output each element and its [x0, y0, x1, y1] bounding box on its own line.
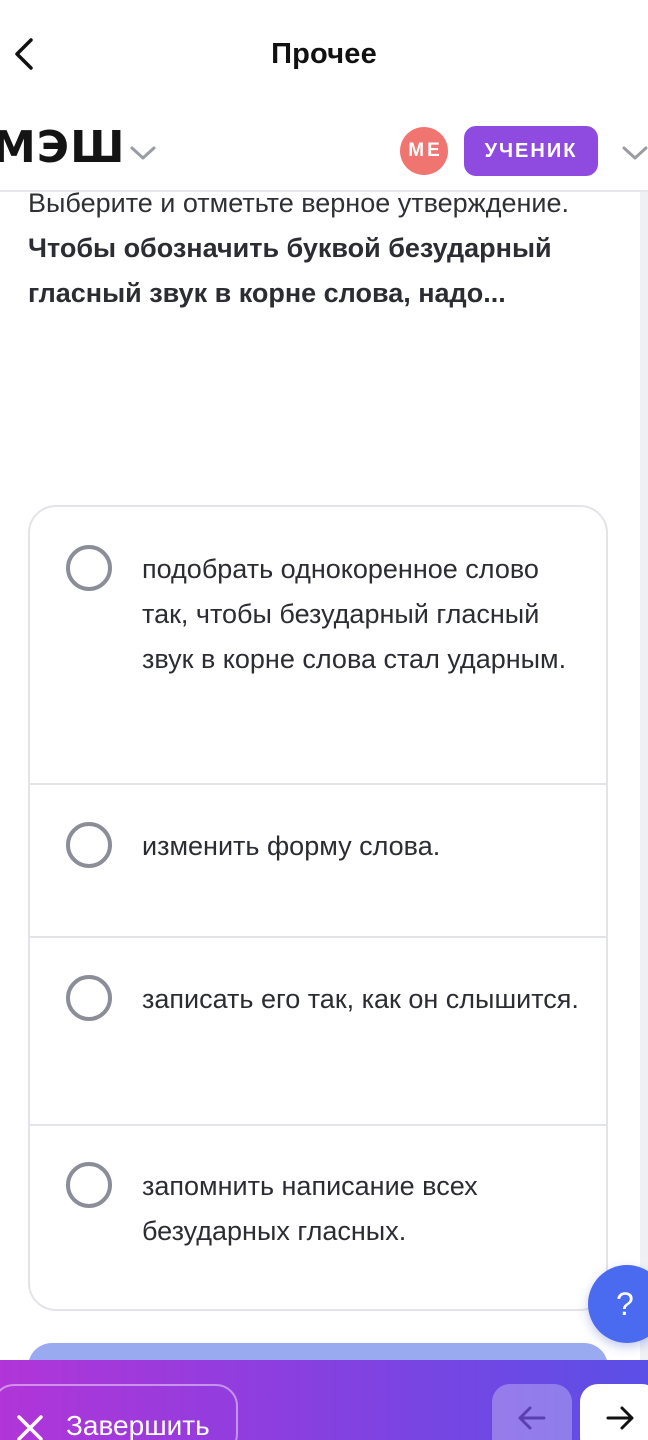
- question-instruction: Выберите и отметьте верное утверждение.: [28, 188, 570, 218]
- answer-option[interactable]: запомнить написание всех безударных глас…: [30, 1126, 606, 1309]
- finish-button-label: Завершить: [66, 1410, 210, 1440]
- question-block: Выберите и отметьте верное утверждение. …: [28, 181, 608, 316]
- arrow-right-icon: [605, 1405, 635, 1436]
- page-title: Прочее: [271, 38, 377, 70]
- answer-option[interactable]: подобрать однокоренное слово так, чтобы …: [30, 507, 606, 785]
- site-header: МЭШ МЕ УЧЕНИК: [0, 112, 648, 192]
- role-badge[interactable]: УЧЕНИК: [464, 126, 598, 176]
- radio-button[interactable]: [66, 1162, 112, 1208]
- question-prompt: Чтобы обозначить буквой безударный гласн…: [28, 233, 552, 308]
- chevron-down-icon[interactable]: [128, 138, 158, 168]
- radio-button[interactable]: [66, 975, 112, 1021]
- bottom-bar: Завершить: [0, 1360, 648, 1440]
- answer-option-text: запомнить написание всех безударных глас…: [142, 1171, 478, 1246]
- close-icon: [16, 1414, 44, 1440]
- previous-question-button[interactable]: [492, 1384, 572, 1440]
- answer-options: подобрать однокоренное слово так, чтобы …: [28, 505, 608, 1311]
- answer-option-text: подобрать однокоренное слово так, чтобы …: [142, 554, 567, 674]
- chevron-down-icon[interactable]: [620, 138, 648, 168]
- mesh-logo[interactable]: МЭШ: [0, 122, 125, 173]
- answer-option-text: записать его так, как он слышится.: [142, 984, 579, 1014]
- answer-option[interactable]: изменить форму слова.: [30, 785, 606, 938]
- answer-option[interactable]: записать его так, как он слышится.: [30, 938, 606, 1126]
- next-question-button[interactable]: [580, 1384, 648, 1440]
- radio-button[interactable]: [66, 822, 112, 868]
- arrow-left-icon: [517, 1405, 547, 1436]
- scrollbar[interactable]: [640, 192, 648, 1360]
- avatar[interactable]: МЕ: [400, 127, 448, 175]
- app-top-bar: Прочее: [0, 0, 648, 112]
- finish-button[interactable]: Завершить: [0, 1384, 238, 1440]
- answer-option-text: изменить форму слова.: [142, 831, 441, 861]
- radio-button[interactable]: [66, 545, 112, 591]
